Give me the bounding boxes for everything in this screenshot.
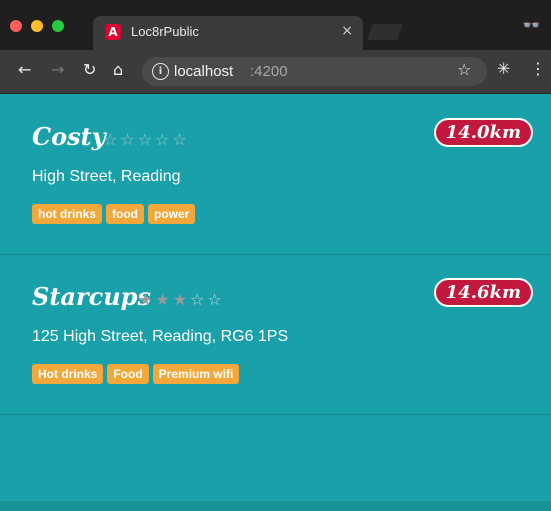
minimize-window-button[interactable] bbox=[31, 20, 43, 32]
distance-badge: 14.0km bbox=[433, 118, 533, 147]
distance-badge: 14.6km bbox=[433, 278, 533, 307]
location-card: Costy ☆☆☆☆☆ 14.0km High Street, Reading … bbox=[0, 94, 551, 255]
browser-toolbar: ← → ↻ ⌂ i localhost :4200 ☆ ✳ ⋮ bbox=[0, 50, 551, 94]
reload-icon[interactable]: ↻ bbox=[83, 60, 96, 79]
new-tab-button[interactable] bbox=[367, 24, 403, 40]
filled-stars: ★★★ bbox=[138, 290, 191, 309]
facility-tag: Hot drinks bbox=[32, 364, 104, 384]
back-icon[interactable]: ← bbox=[18, 60, 31, 79]
incognito-profile-icon[interactable]: 👓 bbox=[522, 16, 541, 34]
browser-top-bar: A Loc8rPublic × 👓 bbox=[0, 0, 551, 50]
extension-icon[interactable]: ✳ bbox=[497, 59, 510, 78]
home-icon[interactable]: ⌂ bbox=[113, 60, 123, 79]
address-bar[interactable]: i localhost :4200 bbox=[142, 57, 487, 86]
facility-tag: hot drinks bbox=[32, 204, 103, 224]
facility-tag: Food bbox=[107, 364, 149, 384]
facility-tag: Premium wifi bbox=[152, 364, 240, 384]
facility-tags: Hot drinks Food Premium wifi bbox=[32, 364, 240, 384]
site-info-icon[interactable]: i bbox=[152, 63, 169, 80]
close-window-button[interactable] bbox=[10, 20, 22, 32]
bookmark-star-icon[interactable]: ☆ bbox=[457, 60, 471, 79]
url-port[interactable]: :4200 bbox=[250, 63, 288, 80]
location-name[interactable]: Costy bbox=[32, 122, 106, 151]
facility-tag: food bbox=[106, 204, 145, 224]
location-address: High Street, Reading bbox=[32, 168, 181, 185]
angular-icon: A bbox=[105, 24, 121, 40]
zoom-window-button[interactable] bbox=[52, 20, 64, 32]
location-list: Costy ☆☆☆☆☆ 14.0km High Street, Reading … bbox=[0, 94, 551, 511]
location-address: 125 High Street, Reading, RG6 1PS bbox=[32, 328, 289, 345]
browser-tab[interactable]: A Loc8rPublic × bbox=[93, 16, 363, 50]
forward-icon[interactable]: → bbox=[51, 60, 64, 79]
list-bottom-edge bbox=[0, 501, 551, 511]
tab-title: Loc8rPublic bbox=[131, 24, 199, 39]
tab-close-icon[interactable]: × bbox=[341, 23, 353, 39]
url-host[interactable]: localhost bbox=[174, 63, 233, 80]
rating-stars: ★★★☆☆ bbox=[138, 290, 225, 309]
rating-stars: ☆☆☆☆☆ bbox=[103, 130, 190, 149]
facility-tags: hot drinks food power bbox=[32, 204, 196, 224]
location-card: Starcups ★★★☆☆ 14.6km 125 High Street, R… bbox=[0, 254, 551, 415]
location-name[interactable]: Starcups bbox=[32, 282, 151, 311]
empty-stars: ☆☆ bbox=[190, 290, 225, 309]
facility-tag: power bbox=[148, 204, 196, 224]
empty-stars: ☆☆☆☆☆ bbox=[103, 130, 190, 149]
browser-menu-icon[interactable]: ⋮ bbox=[530, 59, 546, 78]
